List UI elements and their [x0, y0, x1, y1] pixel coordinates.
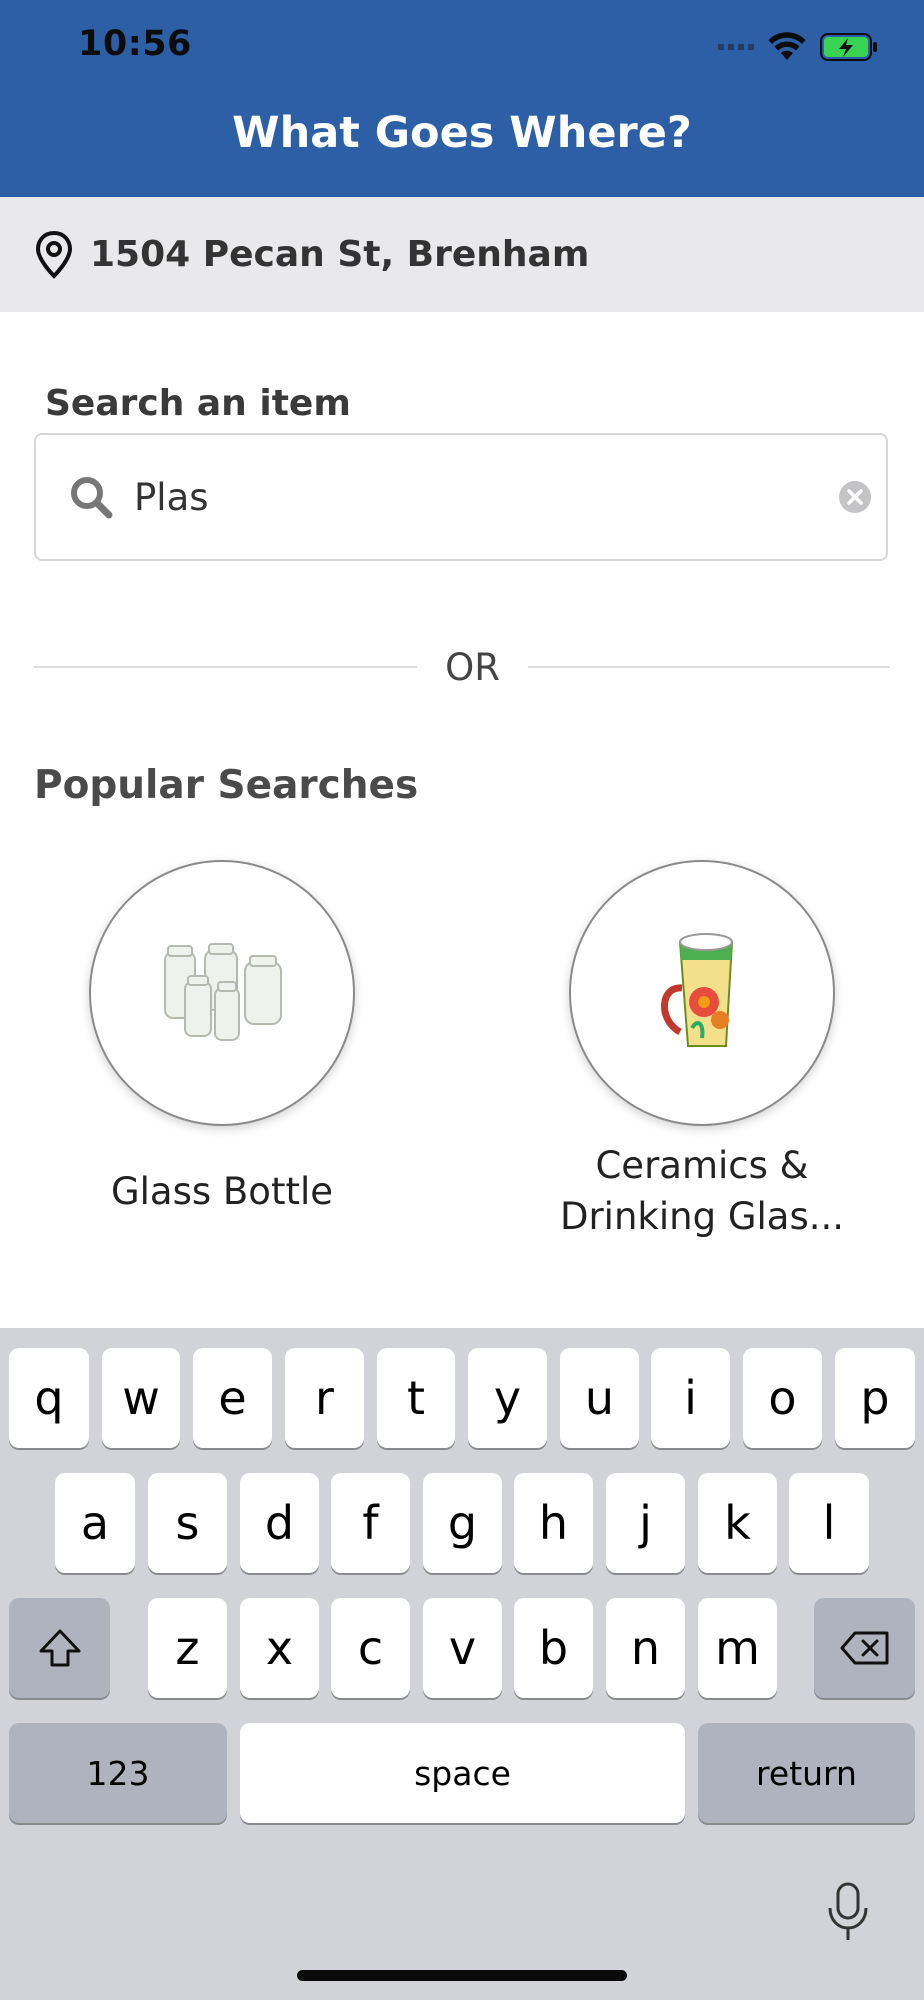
key-w[interactable]: w: [102, 1348, 180, 1448]
key-b[interactable]: b: [514, 1598, 593, 1698]
glass-jars-icon: [164, 943, 282, 1041]
key-j[interactable]: j: [606, 1473, 685, 1573]
key-m[interactable]: m: [698, 1598, 777, 1698]
shift-icon: [39, 1629, 80, 1667]
divider-line: [34, 666, 417, 668]
ceramic-mug-icon: [661, 933, 734, 1047]
key-k[interactable]: k: [698, 1473, 777, 1573]
page-title: What Goes Where?: [232, 108, 692, 158]
keyboard: q w e r t y u i o p a s d f g h j k l z …: [0, 1328, 924, 2000]
search-label: Search an item: [45, 383, 351, 424]
location-pin-icon: [34, 230, 74, 280]
key-q[interactable]: q: [9, 1348, 89, 1448]
key-d[interactable]: d: [240, 1473, 319, 1573]
shift-key[interactable]: [9, 1598, 110, 1698]
location-bar[interactable]: 1504 Pecan St, Brenham: [0, 197, 924, 312]
numbers-key[interactable]: 123: [9, 1723, 227, 1823]
popular-item-ceramics[interactable]: Ceramics & Drinking Glas...: [512, 860, 892, 1242]
location-address: 1504 Pecan St, Brenham: [90, 234, 590, 275]
search-input[interactable]: [134, 475, 838, 519]
wifi-icon: [768, 32, 806, 60]
cellular-signal-icon: [718, 44, 754, 50]
key-u[interactable]: u: [560, 1348, 639, 1448]
key-y[interactable]: y: [468, 1348, 547, 1448]
or-divider: OR: [34, 640, 890, 694]
clear-icon[interactable]: [838, 480, 872, 514]
status-icons: [718, 30, 878, 64]
microphone-icon[interactable]: [826, 1882, 870, 1942]
key-c[interactable]: c: [331, 1598, 410, 1698]
space-key[interactable]: space: [240, 1723, 685, 1823]
key-p[interactable]: p: [835, 1348, 915, 1448]
key-s[interactable]: s: [148, 1473, 227, 1573]
popular-item-label: Ceramics & Drinking Glas...: [559, 1144, 845, 1238]
key-t[interactable]: t: [377, 1348, 455, 1448]
key-e[interactable]: e: [193, 1348, 272, 1448]
key-i[interactable]: i: [651, 1348, 730, 1448]
divider-line: [528, 666, 890, 668]
status-time: 10:56: [78, 24, 192, 64]
popular-searches-title: Popular Searches: [34, 763, 419, 808]
key-h[interactable]: h: [514, 1473, 593, 1573]
key-z[interactable]: z: [148, 1598, 227, 1698]
search-box[interactable]: [34, 433, 888, 561]
key-f[interactable]: f: [331, 1473, 410, 1573]
popular-item-glass-bottle[interactable]: Glass Bottle: [32, 860, 412, 1217]
backspace-key[interactable]: [814, 1598, 915, 1698]
key-v[interactable]: v: [423, 1598, 502, 1698]
or-text: OR: [445, 646, 500, 689]
ceramics-image[interactable]: [569, 860, 835, 1126]
key-r[interactable]: r: [285, 1348, 364, 1448]
popular-item-label: Glass Bottle: [110, 1170, 334, 1213]
key-o[interactable]: o: [743, 1348, 822, 1448]
glass-bottle-image[interactable]: [89, 860, 355, 1126]
home-indicator[interactable]: [297, 1970, 627, 1981]
key-a[interactable]: a: [55, 1473, 135, 1573]
key-l[interactable]: l: [789, 1473, 869, 1573]
app-header: 10:56 What Goes Where?: [0, 0, 924, 197]
return-key[interactable]: return: [698, 1723, 915, 1823]
backspace-icon: [840, 1631, 888, 1665]
key-x[interactable]: x: [240, 1598, 319, 1698]
key-n[interactable]: n: [606, 1598, 685, 1698]
key-g[interactable]: g: [423, 1473, 502, 1573]
battery-charging-icon: [820, 33, 877, 61]
search-icon: [71, 477, 113, 519]
